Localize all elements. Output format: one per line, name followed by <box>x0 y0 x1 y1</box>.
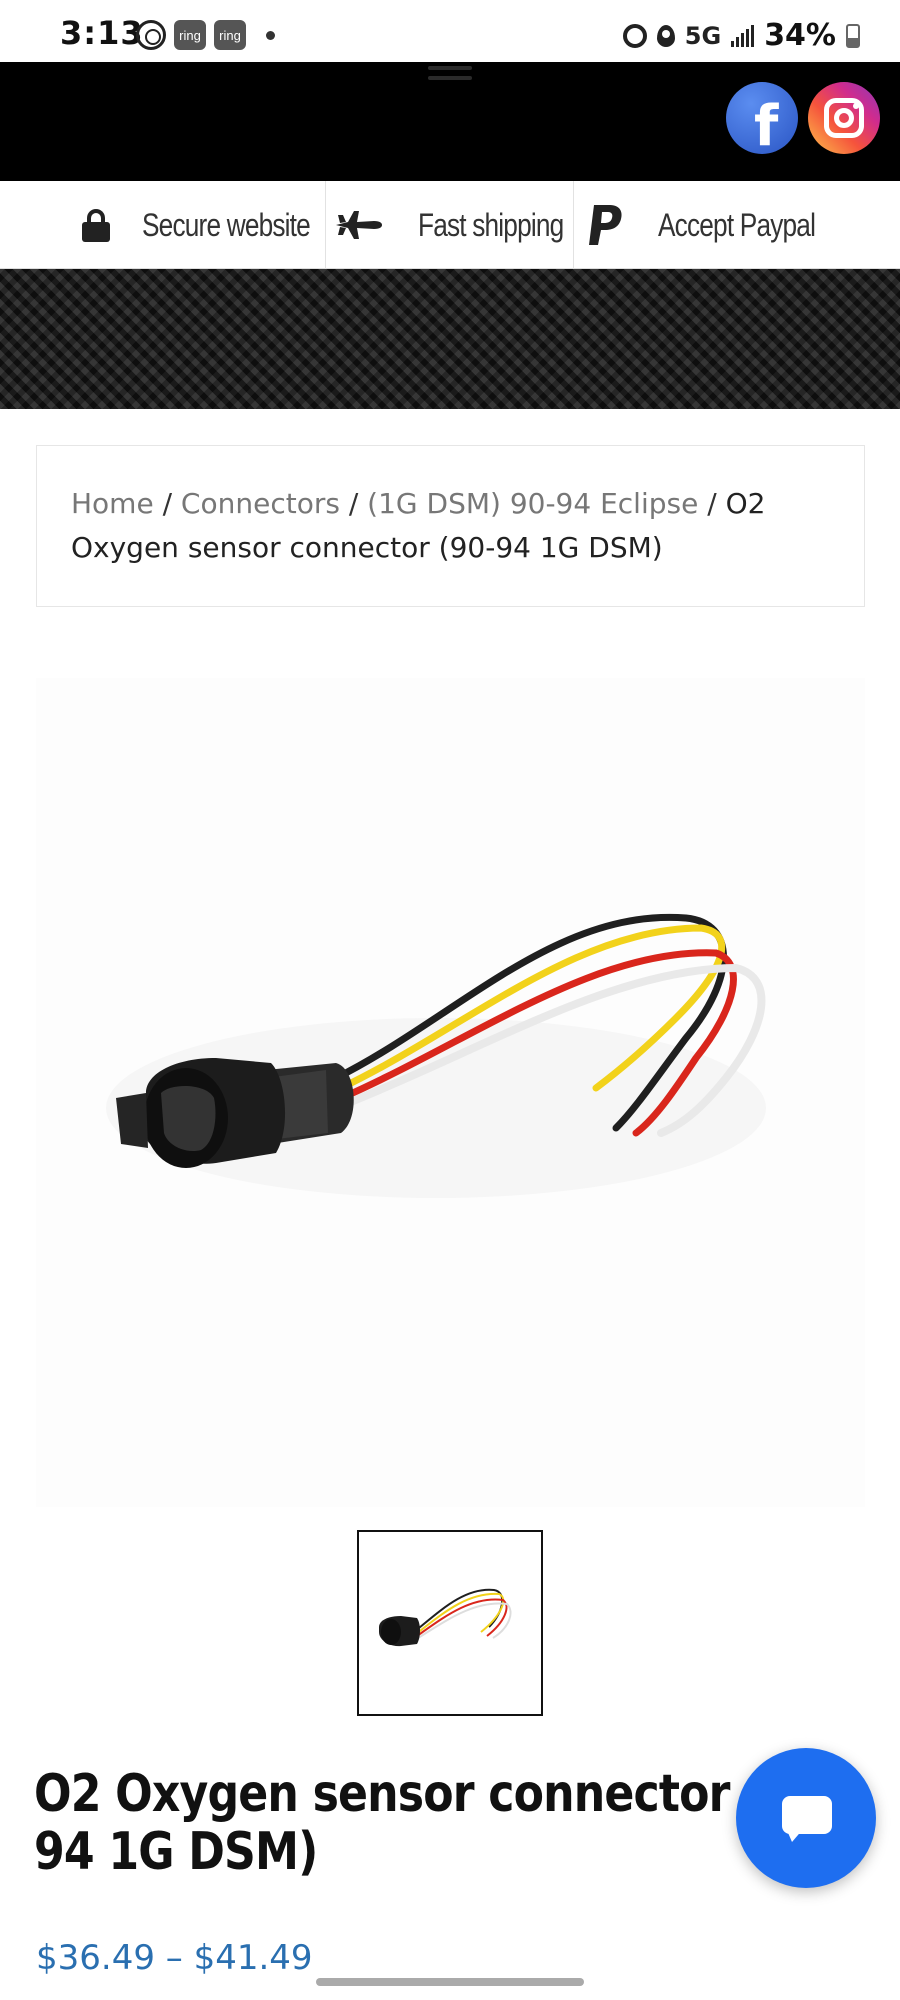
plane-icon <box>336 211 382 239</box>
ring-app-icon: ring <box>174 20 206 50</box>
paypal-icon <box>589 205 622 245</box>
hamburger-icon[interactable] <box>428 66 472 92</box>
carbon-banner <box>0 269 900 409</box>
connector-image <box>106 913 766 1198</box>
wireless-icon <box>136 20 166 50</box>
location-icon <box>656 24 675 47</box>
ring-app-icon: ring <box>214 20 246 50</box>
trust-label: Secure website <box>142 206 311 243</box>
trust-bar: Secure website Fast shipping Accept Payp… <box>0 181 900 269</box>
lock-icon <box>82 209 110 242</box>
network-type: 5G <box>684 21 722 50</box>
battery-percent: 34% <box>764 18 836 53</box>
breadcrumb: Home / Connectors / (1G DSM) 90-94 Eclip… <box>36 445 865 607</box>
site-header: f <box>0 62 900 181</box>
home-indicator[interactable] <box>316 1978 584 1986</box>
breadcrumb-separator: / <box>698 487 726 520</box>
product-thumbnail[interactable] <box>357 1530 543 1716</box>
breadcrumb-separator: / <box>339 487 368 520</box>
product-main-image[interactable] <box>36 678 865 1507</box>
battery-icon <box>846 23 860 48</box>
trust-item-paypal: Accept Paypal <box>586 181 850 269</box>
instagram-icon[interactable] <box>808 82 880 154</box>
product-price: $36.49 – $41.49 <box>36 1938 313 1978</box>
notification-icons: ring ring <box>136 20 275 50</box>
alarm-icon <box>622 23 647 48</box>
trust-label: Accept Paypal <box>658 206 816 243</box>
breadcrumb-home[interactable]: Home <box>71 487 154 520</box>
trust-item-secure: Secure website <box>82 181 347 269</box>
trust-label: Fast shipping <box>418 206 564 243</box>
breadcrumb-subcategory[interactable]: (1G DSM) 90-94 Eclipse <box>367 487 698 520</box>
signal-icon <box>731 24 755 47</box>
trust-item-shipping: Fast shipping <box>334 181 595 269</box>
more-notifications-icon <box>266 30 275 40</box>
system-icons: 5G 34% <box>622 18 860 53</box>
status-time: 3:13 <box>60 14 144 52</box>
facebook-icon[interactable]: f <box>726 82 798 159</box>
chat-button[interactable] <box>736 1748 876 1888</box>
breadcrumb-separator: / <box>153 487 181 520</box>
status-bar: 3:13 ring ring 5G 34% <box>0 0 900 62</box>
thumbnail-image <box>379 1588 512 1647</box>
breadcrumb-category[interactable]: Connectors <box>181 487 340 520</box>
